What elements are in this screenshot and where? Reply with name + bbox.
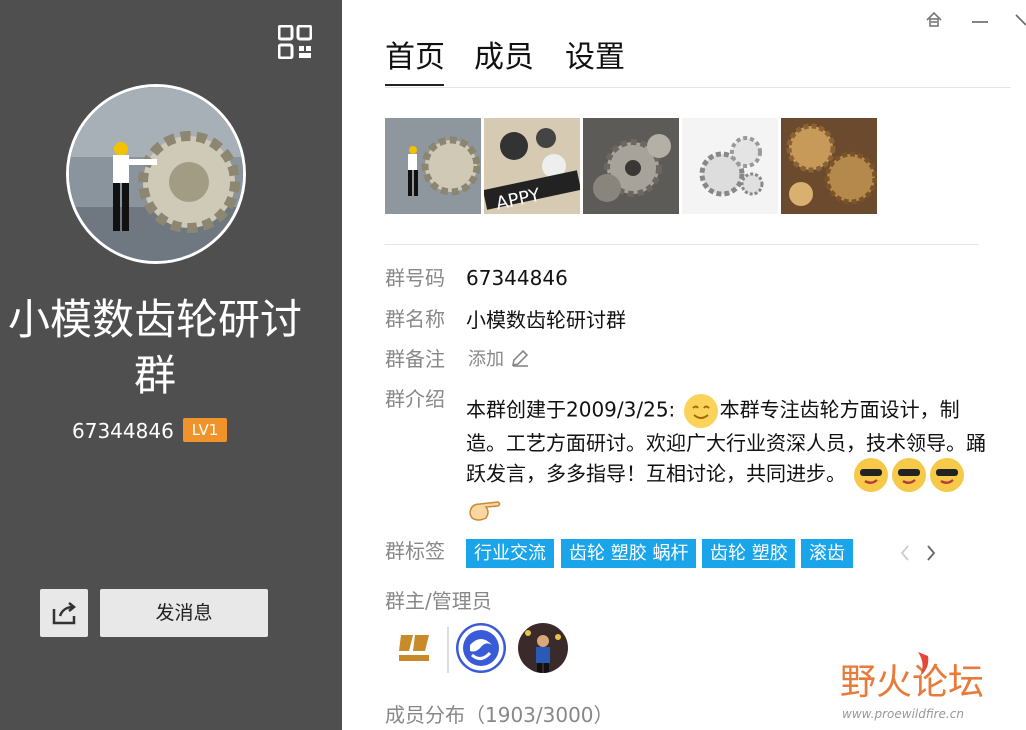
send-message-button[interactable]: 发消息 bbox=[100, 589, 268, 637]
group-tag[interactable]: 滚齿 bbox=[801, 539, 853, 568]
admins-label: 群主/管理员 bbox=[385, 589, 492, 613]
cool-emoji-icon bbox=[892, 458, 927, 492]
group-profile-panel: 小模数齿轮研讨群 67344846 LV1 发消息 bbox=[0, 0, 342, 730]
group-photo[interactable] bbox=[583, 118, 679, 214]
group-name-label: 群名称 bbox=[385, 307, 445, 331]
svg-text:野火论坛: 野火论坛 bbox=[840, 662, 984, 703]
share-icon bbox=[52, 602, 77, 625]
qr-code-icon[interactable] bbox=[278, 25, 312, 59]
group-intro-label: 群介绍 bbox=[385, 387, 445, 411]
group-photo[interactable] bbox=[781, 118, 877, 214]
admin-avatar[interactable] bbox=[456, 623, 506, 673]
section-divider bbox=[385, 244, 979, 245]
group-avatar[interactable] bbox=[66, 84, 246, 264]
admin-divider bbox=[447, 627, 449, 673]
forum-watermark-logo: 野火论坛 www.proewildfire.cn bbox=[840, 646, 1020, 726]
close-icon[interactable] bbox=[1012, 10, 1026, 30]
group-name-title: 小模数齿轮研讨群 bbox=[7, 295, 302, 400]
chevron-right-icon[interactable] bbox=[924, 543, 938, 563]
pointing-hand-emoji-icon bbox=[466, 492, 502, 526]
tab-home[interactable]: 首页 bbox=[385, 38, 445, 78]
cool-emoji-icon bbox=[930, 458, 965, 492]
group-tags-label: 群标签 bbox=[385, 539, 445, 563]
admin-avatar[interactable] bbox=[518, 623, 568, 673]
minimize-icon[interactable] bbox=[970, 10, 990, 30]
group-photo[interactable] bbox=[385, 118, 481, 214]
admin-avatar[interactable] bbox=[391, 623, 441, 673]
group-tag[interactable]: 齿轮 塑胶 蜗杆 bbox=[561, 539, 696, 568]
group-tag[interactable]: 行业交流 bbox=[466, 539, 554, 568]
tabs-divider bbox=[385, 87, 1011, 88]
group-remark-label: 群备注 bbox=[385, 347, 445, 371]
group-number-value: 67344846 bbox=[466, 266, 568, 290]
edit-icon bbox=[511, 349, 528, 367]
add-remark-button[interactable]: 添加 bbox=[468, 346, 530, 374]
group-tag[interactable]: 齿轮 塑胶 bbox=[702, 539, 795, 568]
group-number-label: 群号码 bbox=[385, 266, 445, 290]
active-tab-indicator bbox=[385, 84, 444, 86]
group-photo[interactable] bbox=[682, 118, 778, 214]
svg-text:www.proewildfire.cn: www.proewildfire.cn bbox=[842, 707, 964, 721]
pin-icon[interactable] bbox=[924, 10, 944, 30]
level-badge: LV1 bbox=[183, 418, 227, 442]
add-remark-text: 添加 bbox=[468, 349, 504, 370]
group-intro-text: 本群创建于2009/3/25: 本群专注齿轮方面设计，制造。工艺方面研讨。欢迎广… bbox=[466, 394, 986, 526]
group-photo[interactable]: APPY bbox=[484, 118, 580, 214]
group-name-value: 小模数齿轮研讨群 bbox=[466, 308, 626, 332]
member-distribution-label: 成员分布（1903/3000） bbox=[385, 703, 614, 727]
tab-members[interactable]: 成员 bbox=[474, 38, 534, 78]
smile-emoji-icon bbox=[683, 394, 718, 428]
share-button[interactable] bbox=[40, 589, 88, 637]
cool-emoji-icon bbox=[854, 458, 889, 492]
chevron-left-icon[interactable] bbox=[898, 543, 912, 563]
tab-settings[interactable]: 设置 bbox=[565, 38, 625, 78]
group-number: 67344846 bbox=[72, 419, 174, 443]
